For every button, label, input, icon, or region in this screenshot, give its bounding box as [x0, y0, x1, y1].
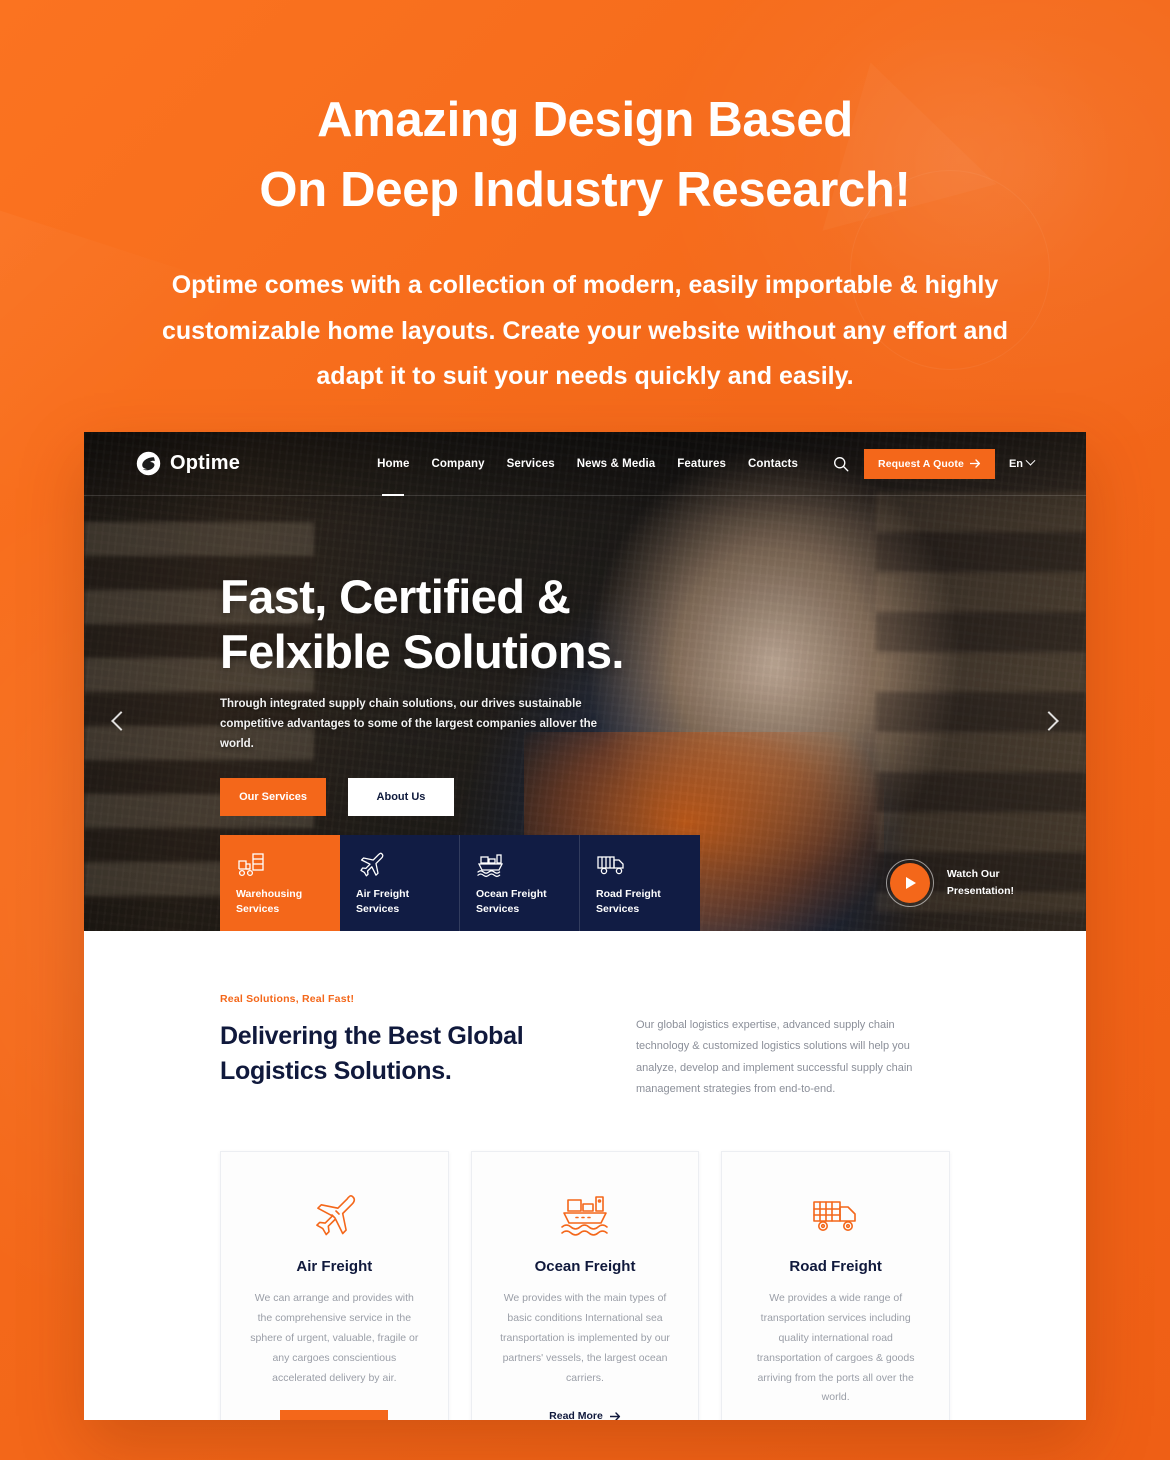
promo-subtext: Optime comes with a collection of modern…	[162, 271, 1008, 391]
about-us-button[interactable]: About Us	[348, 778, 454, 817]
brand-name: Optime	[170, 452, 241, 474]
service-card-road-freight[interactable]: Road Freight We provides a wide range of…	[721, 1150, 951, 1420]
hero-paragraph: Through integrated supply chain solution…	[220, 698, 598, 750]
optime-swirl-logo-icon	[136, 451, 161, 476]
cargo-truck-outline-icon	[748, 1186, 923, 1248]
service-tab-ocean-freight-label: Ocean Freight Services	[476, 887, 565, 917]
arrow-right-icon	[969, 459, 980, 468]
language-label: En	[1008, 457, 1023, 470]
service-tab-road-freight[interactable]: Road Freight Services	[580, 835, 700, 931]
hero-title-line2: Felxible Solutions.	[220, 624, 624, 678]
svc-line2: Services	[236, 903, 280, 916]
service-card-text: We provides with the main types of basic…	[500, 1291, 670, 1384]
service-card-air-freight[interactable]: Air Freight We can arrange and provides …	[220, 1150, 449, 1420]
service-tab-warehousing-label: Warehousing Services	[236, 887, 326, 917]
website-preview-card: Optime Home Company Services News & Medi…	[84, 432, 1086, 1420]
promo-heading-line2: On Deep Industry Research!	[259, 162, 911, 217]
service-tab-warehousing[interactable]: Warehousing Services	[220, 835, 340, 931]
service-tab-road-freight-label: Road Freight Services	[596, 887, 686, 917]
forklift-warehouse-icon	[236, 849, 326, 881]
service-cards: Air Freight We can arrange and provides …	[220, 1150, 951, 1420]
watch-line2: Presentation!	[946, 885, 1014, 897]
cargo-truck-icon	[596, 849, 686, 881]
nav-link-services[interactable]: Services	[507, 454, 555, 474]
read-more-label: Read More	[549, 1410, 603, 1420]
svc-line1: Warehousing	[236, 888, 303, 900]
chevron-right-icon	[1039, 711, 1059, 731]
chevron-left-icon	[111, 711, 131, 731]
service-card-cta: Read More	[247, 1410, 422, 1420]
section-header-right: Our global logistics expertise, advanced…	[636, 993, 950, 1101]
promo-header: Amazing Design Based On Deep Industry Re…	[0, 0, 1170, 400]
brand-logo[interactable]: Optime	[136, 451, 240, 476]
nav-link-news-media[interactable]: News & Media	[577, 454, 656, 474]
hero-service-tabs: Warehousing Services Air Freight Service…	[220, 835, 700, 931]
section-paragraph: Our global logistics expertise, advanced…	[636, 1019, 913, 1096]
service-card-ocean-freight[interactable]: Ocean Freight We provides with the main …	[470, 1150, 700, 1420]
svc-line1: Ocean Freight	[476, 888, 547, 900]
hero-title: Fast, Certified & Felxible Solutions.	[220, 570, 724, 679]
hero-section: Optime Home Company Services News & Medi…	[84, 432, 1086, 931]
hero-buttons: Our Services About Us	[220, 778, 724, 817]
cargo-ship-icon	[476, 849, 565, 881]
section-title-line1: Delivering the Best Global	[220, 1022, 524, 1050]
slider-prev-button[interactable]	[106, 706, 136, 736]
nav-links: Home Company Services News & Media Featu…	[377, 454, 798, 474]
svc-line2: Services	[476, 903, 520, 916]
service-tab-air-freight[interactable]: Air Freight Services	[340, 835, 460, 931]
hero-shelf-right	[876, 492, 1086, 912]
watch-line1: Watch Our	[946, 868, 1000, 881]
play-icon	[889, 863, 930, 903]
site-navbar: Optime Home Company Services News & Medi…	[84, 432, 1086, 496]
watch-presentation-button[interactable]: Watch Our Presentation!	[885, 859, 1014, 907]
request-quote-button[interactable]: Request A Quote	[864, 448, 995, 479]
svc-line1: Road Freight	[596, 888, 661, 900]
section-header: Real Solutions, Real Fast! Delivering th…	[220, 993, 950, 1101]
play-button-ring	[885, 859, 934, 907]
request-quote-label: Request A Quote	[878, 457, 964, 470]
service-card-title: Road Freight	[789, 1257, 882, 1275]
promo-heading: Amazing Design Based On Deep Industry Re…	[90, 86, 1080, 225]
hero-title-line1: Fast, Certified &	[220, 570, 571, 623]
watch-presentation-label: Watch Our Presentation!	[947, 866, 1014, 900]
nav-link-contacts[interactable]: Contacts	[748, 454, 798, 474]
slider-next-button[interactable]	[1034, 706, 1064, 736]
read-more-link-ocean-freight[interactable]: Read More	[549, 1410, 621, 1420]
airplane-icon	[356, 849, 445, 881]
search-icon[interactable]	[832, 455, 850, 473]
our-services-button[interactable]: Our Services	[220, 778, 326, 817]
section-title: Delivering the Best Global Logistics Sol…	[220, 1019, 550, 1088]
hero-copy: Fast, Certified & Felxible Solutions. Th…	[84, 496, 724, 817]
nav-link-company[interactable]: Company	[431, 454, 484, 474]
section-eyebrow: Real Solutions, Real Fast!	[220, 993, 355, 1005]
language-selector[interactable]: En	[1008, 455, 1036, 470]
service-card-title: Ocean Freight	[534, 1257, 636, 1275]
play-triangle	[906, 877, 917, 889]
read-more-button-air-freight[interactable]: Read More	[280, 1410, 389, 1420]
nav-actions: Request A Quote En	[832, 448, 1036, 479]
service-tab-ocean-freight[interactable]: Ocean Freight Services	[460, 835, 580, 931]
nav-link-features[interactable]: Features	[677, 454, 726, 474]
svc-line2: Services	[596, 903, 640, 916]
service-card-text: We provides a wide range of transportati…	[756, 1291, 915, 1404]
service-card-text: We can arrange and provides with the com…	[250, 1291, 419, 1384]
about-services-section: Real Solutions, Real Fast! Delivering th…	[84, 931, 1086, 1420]
service-card-title: Air Freight	[296, 1257, 373, 1275]
airplane-outline-icon	[247, 1186, 422, 1248]
svc-line2: Services	[356, 903, 400, 916]
nav-link-home[interactable]: Home	[377, 454, 409, 474]
section-title-line2: Logistics Solutions.	[220, 1056, 452, 1085]
promo-heading-line1: Amazing Design Based	[317, 93, 853, 147]
service-tab-air-freight-label: Air Freight Services	[356, 887, 445, 917]
chevron-down-icon	[1025, 455, 1036, 466]
arrow-right-icon	[609, 1412, 620, 1420]
svc-line1: Air Freight	[356, 888, 410, 900]
service-card-cta: Read More	[498, 1410, 673, 1420]
cargo-ship-outline-icon	[498, 1186, 673, 1248]
section-header-left: Real Solutions, Real Fast! Delivering th…	[220, 993, 550, 1101]
